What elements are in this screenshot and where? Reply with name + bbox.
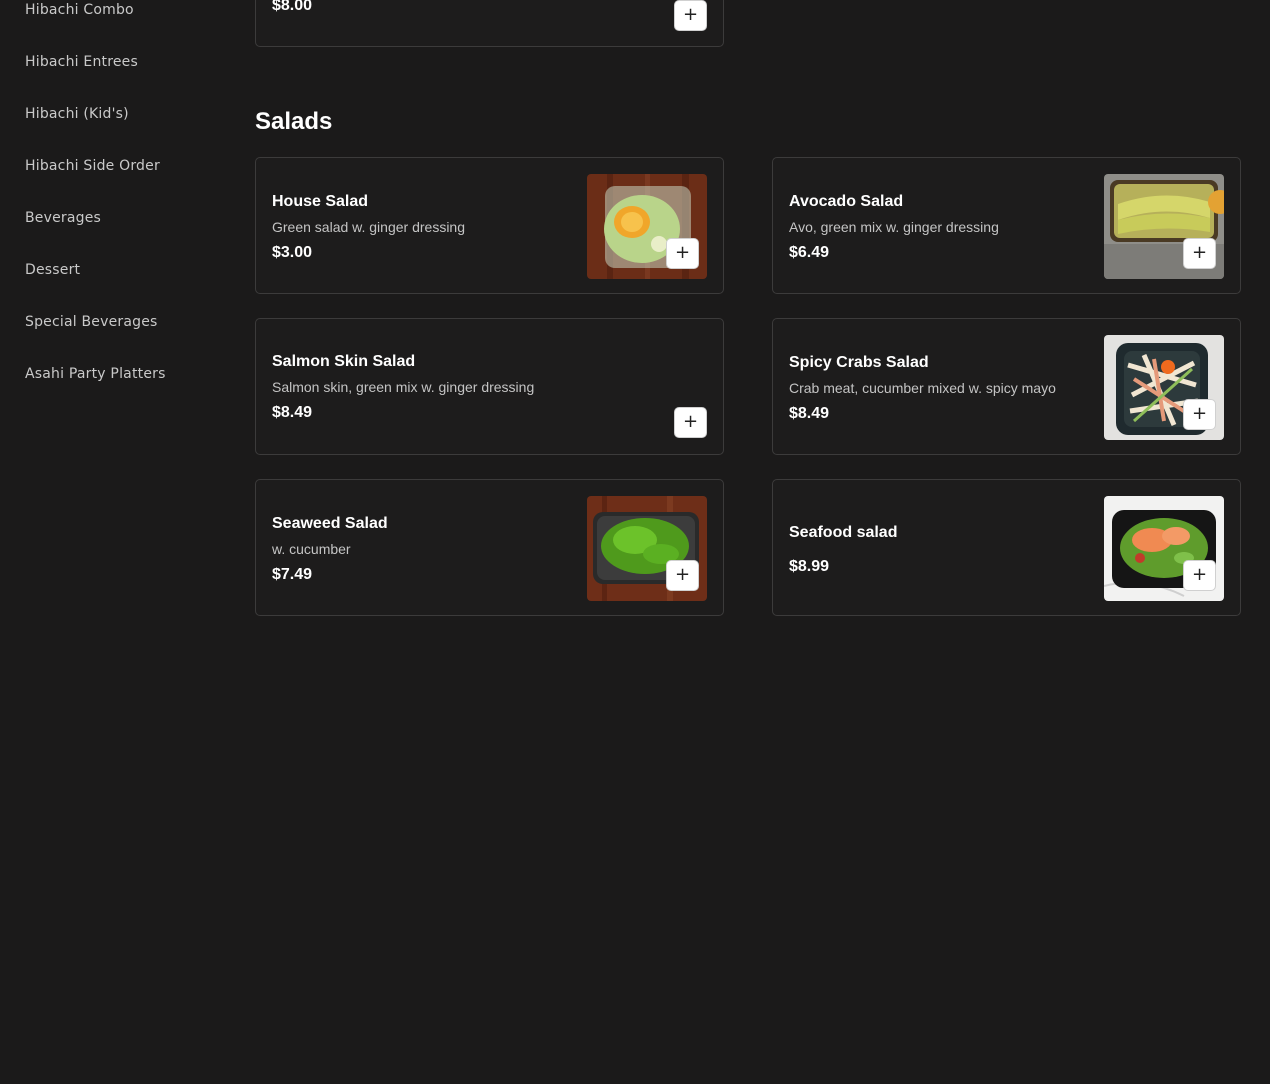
item-name: Avocado Salad: [789, 193, 904, 210]
add-to-cart-button[interactable]: +: [1183, 399, 1216, 430]
sidebar-item-hibachi-entrees[interactable]: Hibachi Entrees: [25, 54, 138, 70]
item-price: $6.49: [789, 244, 830, 261]
menu-content: $8.00 + Salads House Salad Green salad w…: [255, 0, 1245, 1084]
add-to-cart-button[interactable]: +: [666, 560, 699, 591]
item-name: Salmon Skin Salad: [272, 353, 416, 370]
sidebar-item-hibachi-kids[interactable]: Hibachi (Kid's): [25, 106, 129, 122]
item-name: House Salad: [272, 193, 369, 210]
menu-item-card[interactable]: House Salad Green salad w. ginger dressi…: [255, 157, 724, 294]
item-price: $8.49: [789, 405, 830, 422]
plus-icon: +: [1191, 242, 1208, 263]
add-to-cart-button[interactable]: +: [674, 407, 707, 438]
add-to-cart-button[interactable]: +: [666, 238, 699, 269]
item-description: Salmon skin, green mix w. ginger dressin…: [272, 379, 535, 395]
plus-icon: +: [682, 4, 699, 25]
item-price: $8.49: [272, 404, 313, 421]
menu-item-card[interactable]: Salmon Skin Salad Salmon skin, green mix…: [255, 318, 724, 455]
category-sidebar: Hibachi Combo Hibachi Entrees Hibachi (K…: [0, 0, 230, 1084]
item-name: Seaweed Salad: [272, 515, 388, 532]
section-title: Salads: [255, 108, 333, 135]
plus-icon: +: [1191, 564, 1208, 585]
menu-item-card[interactable]: Avocado Salad Avo, green mix w. ginger d…: [772, 157, 1241, 294]
item-description: w. cucumber: [272, 541, 351, 557]
sidebar-item-special-beverages[interactable]: Special Beverages: [25, 314, 158, 330]
sidebar-item-hibachi-side-order[interactable]: Hibachi Side Order: [25, 158, 160, 174]
item-price: $7.49: [272, 566, 313, 583]
sidebar-item-dessert[interactable]: Dessert: [25, 262, 80, 278]
item-description: Green salad w. ginger dressing: [272, 219, 465, 235]
item-price: $8.99: [789, 558, 830, 575]
add-to-cart-button[interactable]: +: [674, 0, 707, 31]
item-description: Crab meat, cucumber mixed w. spicy mayo: [789, 380, 1056, 396]
menu-item-card[interactable]: Seafood salad $8.99 +: [772, 479, 1241, 616]
sidebar-item-asahi-party-platters[interactable]: Asahi Party Platters: [25, 366, 166, 382]
add-to-cart-button[interactable]: +: [1183, 560, 1216, 591]
plus-icon: +: [682, 411, 699, 432]
add-to-cart-button[interactable]: +: [1183, 238, 1216, 269]
plus-icon: +: [674, 564, 691, 585]
item-description: Avo, green mix w. ginger dressing: [789, 219, 999, 235]
item-name: Spicy Crabs Salad: [789, 354, 929, 371]
item-price: $8.00: [272, 0, 313, 14]
sidebar-item-hibachi-combo[interactable]: Hibachi Combo: [25, 2, 134, 18]
menu-item-card[interactable]: Spicy Crabs Salad Crab meat, cucumber mi…: [772, 318, 1241, 455]
item-price: $3.00: [272, 244, 313, 261]
menu-item-card[interactable]: Seaweed Salad w. cucumber $7.49 +: [255, 479, 724, 616]
item-name: Seafood salad: [789, 524, 898, 541]
plus-icon: +: [674, 242, 691, 263]
plus-icon: +: [1191, 403, 1208, 424]
menu-item-card[interactable]: $8.00 +: [255, 0, 724, 47]
sidebar-item-beverages[interactable]: Beverages: [25, 210, 101, 226]
